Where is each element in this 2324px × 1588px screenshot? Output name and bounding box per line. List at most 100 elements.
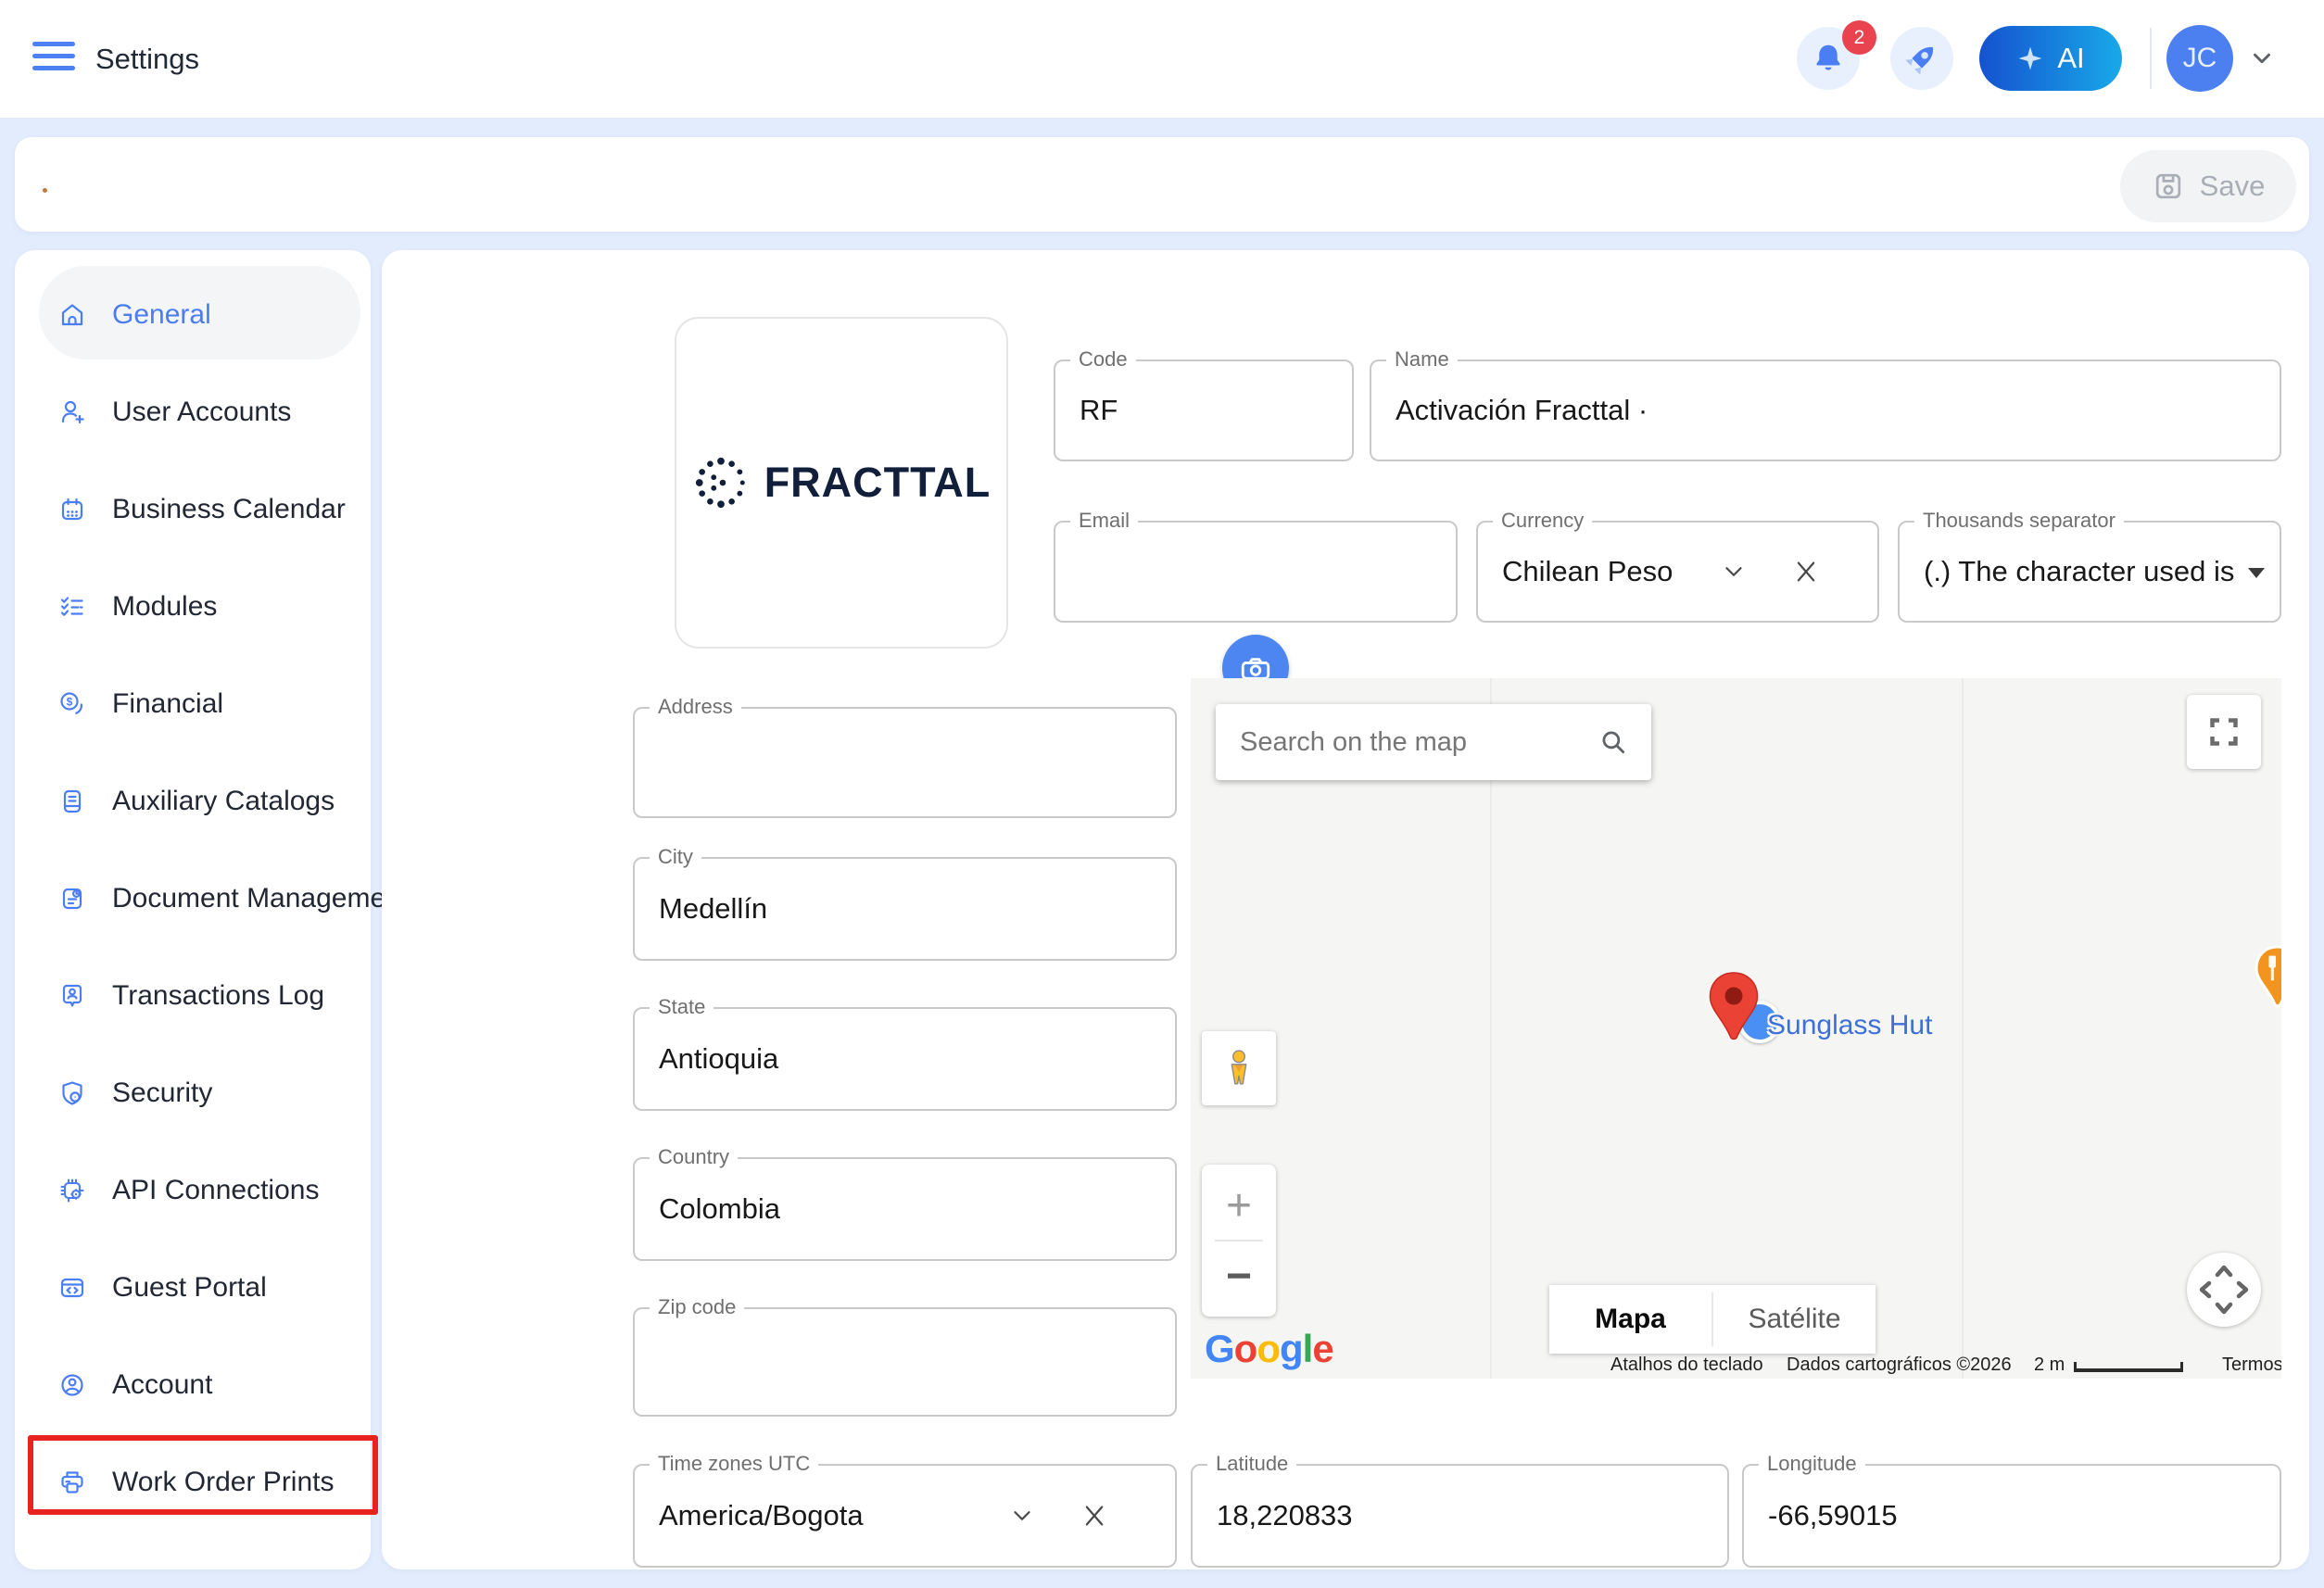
sidebar-item-auxiliary-catalogs[interactable]: Auxiliary Catalogs (15, 752, 371, 850)
search-icon[interactable] (1598, 726, 1629, 758)
email-field[interactable]: Email (1054, 521, 1458, 623)
company-logo-text: FRACTTAL (764, 459, 991, 507)
latitude-label: Latitude (1207, 1452, 1296, 1476)
sidebar-item-general[interactable]: General (15, 266, 371, 363)
save-button[interactable]: Save (2120, 150, 2296, 222)
avatar[interactable]: JC (2166, 25, 2233, 92)
google-letter: o (1234, 1327, 1257, 1370)
timezone-select[interactable]: Time zones UTC America/Bogota (633, 1464, 1177, 1568)
home-icon (57, 300, 87, 330)
thousands-separator-label: Thousands separator (1914, 509, 2124, 533)
sidebar-item-account[interactable]: Account (15, 1336, 371, 1433)
document-clock-icon (57, 884, 87, 914)
sidebar-item-user-accounts[interactable]: User Accounts (15, 363, 371, 460)
dropdown-arrow-icon[interactable] (2248, 568, 2265, 578)
country-value: Colombia (659, 1192, 780, 1226)
clear-icon[interactable] (1080, 1499, 1108, 1532)
code-label: Code (1070, 347, 1136, 372)
save-toolbar: Save (15, 137, 2309, 232)
state-field[interactable]: State Antioquia (633, 1007, 1177, 1111)
fullscreen-button[interactable] (2187, 695, 2261, 769)
google-letter: G (1205, 1327, 1234, 1370)
map-scale-bar (2074, 1362, 2183, 1372)
country-field[interactable]: Country Colombia (633, 1157, 1177, 1261)
sidebar-item-financial[interactable]: $ Financial (15, 655, 371, 752)
name-value: Activación Fracttal · (1396, 394, 1648, 427)
coins-icon: $ (57, 689, 87, 719)
save-icon (2152, 170, 2185, 203)
company-logo-box[interactable]: FRACTTAL (675, 317, 1008, 649)
catalog-icon (57, 787, 87, 816)
bell-icon (1811, 41, 1846, 76)
chevron-down-icon[interactable] (1720, 558, 1748, 586)
ai-button[interactable]: AI (1979, 26, 2122, 91)
map-search-box[interactable] (1216, 704, 1651, 780)
sidebar-item-label: User Accounts (112, 397, 291, 428)
name-field[interactable]: Name Activación Fracttal · (1370, 359, 2281, 461)
clear-icon[interactable] (1792, 555, 1820, 588)
sidebar-item-security[interactable]: Security (15, 1044, 371, 1141)
map-type-map-button[interactable]: Mapa (1549, 1285, 1711, 1354)
sidebar-item-guest-portal[interactable]: Guest Portal (15, 1239, 371, 1336)
map-gridline (1962, 678, 1964, 1379)
sidebar-item-document-management[interactable]: Document Management (15, 850, 371, 947)
sidebar-item-api-connections[interactable]: API Connections (15, 1141, 371, 1239)
header-divider (2150, 28, 2152, 89)
map-scale-label: 2 m (2034, 1355, 2065, 1379)
pegman-icon (1213, 1042, 1265, 1094)
menu-icon[interactable] (32, 42, 75, 75)
sidebar-item-label: Modules (112, 591, 217, 623)
latitude-field[interactable]: Latitude 18,220833 (1191, 1464, 1729, 1568)
launcher-button[interactable] (1890, 27, 1953, 90)
user-circle-icon (57, 1370, 87, 1400)
pan-control[interactable] (2187, 1253, 2261, 1327)
google-letter: l (1303, 1327, 1313, 1370)
map-marker-icon[interactable] (1706, 971, 1762, 1047)
keyboard-shortcuts-link[interactable]: Atalhos do teclado (1610, 1355, 1763, 1379)
zoom-in-button[interactable]: + (1202, 1178, 1276, 1233)
city-field[interactable]: City Medellín (633, 857, 1177, 961)
map-marker-label[interactable]: Sunglass Hut (1767, 1010, 1932, 1041)
google-logo[interactable]: Google (1205, 1327, 1333, 1371)
sidebar-item-transactions-log[interactable]: Transactions Log (15, 947, 371, 1044)
longitude-field[interactable]: Longitude -66,59015 (1742, 1464, 2281, 1568)
zip-code-label: Zip code (650, 1295, 744, 1319)
sidebar-item-label: Account (112, 1369, 212, 1401)
thousands-separator-select[interactable]: Thousands separator (.) The character us… (1898, 521, 2281, 623)
timezone-label: Time zones UTC (650, 1452, 818, 1476)
timezone-value: America/Bogota (659, 1499, 864, 1532)
name-label: Name (1386, 347, 1458, 372)
browser-code-icon (57, 1273, 87, 1303)
svg-text:$: $ (67, 695, 73, 708)
pegman-control[interactable] (1202, 1031, 1276, 1105)
google-map[interactable]: Sunglass Hut + − Google Mapa Satélite At… (1191, 678, 2281, 1379)
sidebar-item-label: Guest Portal (112, 1272, 267, 1304)
sidebar-item-business-calendar[interactable]: Business Calendar (15, 460, 371, 558)
zip-code-field[interactable]: Zip code (633, 1307, 1177, 1417)
code-field[interactable]: Code RF (1054, 359, 1354, 461)
pan-arrows-icon (2187, 1253, 2261, 1327)
currency-select[interactable]: Currency Chilean Peso (1476, 521, 1879, 623)
map-type-control: Mapa Satélite (1549, 1285, 1876, 1354)
company-logo: FRACTTAL (676, 319, 1006, 647)
map-type-satellite-button[interactable]: Satélite (1713, 1285, 1876, 1354)
ai-button-label: AI (2057, 42, 2084, 75)
chip-gear-icon (57, 1176, 87, 1205)
map-search-input[interactable] (1238, 726, 1598, 759)
longitude-value: -66,59015 (1768, 1499, 1898, 1532)
user-plus-icon (57, 397, 87, 427)
sidebar-item-modules[interactable]: Modules (15, 558, 371, 655)
map-zoom-control: + − (1202, 1165, 1276, 1317)
chevron-down-icon[interactable] (2246, 44, 2278, 72)
chevron-down-icon[interactable] (1008, 1502, 1036, 1530)
address-label: Address (650, 695, 741, 719)
state-value: Antioquia (659, 1042, 778, 1076)
terms-link[interactable]: Termos (2222, 1355, 2281, 1379)
zoom-out-button[interactable]: − (1202, 1248, 1276, 1304)
sidebar-item-label: General (112, 299, 211, 331)
address-field[interactable]: Address (633, 707, 1177, 818)
email-label: Email (1070, 509, 1138, 533)
fracttal-mark-icon (692, 454, 750, 511)
country-label: Country (650, 1145, 738, 1169)
restaurant-poi-icon[interactable] (2252, 945, 2281, 1010)
